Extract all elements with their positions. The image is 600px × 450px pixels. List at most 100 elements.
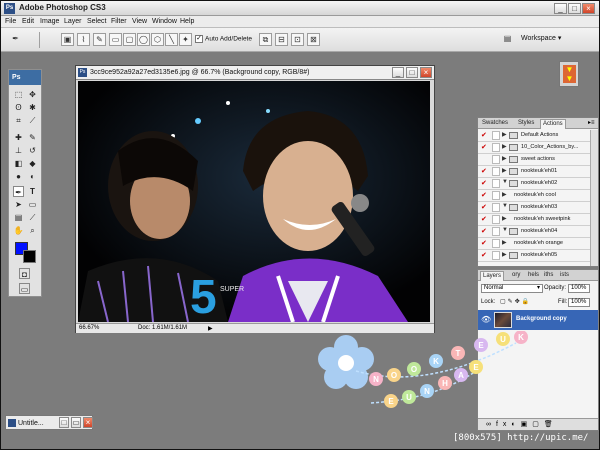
dialog-toggle[interactable] — [492, 155, 500, 164]
collapsed-palette[interactable]: ▼ ▼ — [559, 61, 579, 87]
document-minimize-button[interactable]: _ — [392, 67, 404, 78]
toggle-item-icon[interactable]: ✔ — [481, 215, 489, 224]
ellipse-icon[interactable]: ◯ — [137, 33, 150, 46]
blend-mode-select[interactable]: Normal ▾ — [481, 284, 543, 293]
action-row[interactable]: ✔ ▶ 10_Color_Actions_by... — [478, 142, 590, 154]
menu-select[interactable]: Select — [87, 18, 106, 25]
close-small-button[interactable]: × — [83, 417, 93, 428]
healing-brush-tool-icon[interactable]: ✚ — [13, 132, 24, 143]
zoom-level[interactable]: 66.67% — [79, 325, 99, 331]
eyedropper-tool-icon[interactable]: ⟋ — [27, 212, 38, 223]
action-row[interactable]: ▶ sweet actions — [478, 154, 590, 166]
toggle-item-icon[interactable]: ✔ — [481, 131, 489, 140]
paint-bucket-tool-icon[interactable]: ◆ — [27, 158, 38, 169]
toggle-item-icon[interactable]: ✔ — [481, 227, 489, 236]
pen-tool-preset-icon[interactable]: ✒ — [9, 33, 22, 46]
eye-icon[interactable]: 👁 — [481, 315, 491, 324]
menu-edit[interactable]: Edit — [22, 18, 34, 25]
chevron-right-icon[interactable]: ▶ — [502, 155, 507, 162]
menu-help[interactable]: Help — [180, 18, 194, 25]
toggle-item-icon[interactable]: ✔ — [481, 191, 489, 200]
dialog-toggle[interactable] — [492, 239, 500, 248]
restore-button[interactable]: □ — [59, 417, 69, 428]
type-tool-icon[interactable]: T — [27, 186, 38, 197]
tab-lists[interactable]: ists — [558, 271, 571, 281]
actions-scrollbar[interactable] — [590, 130, 598, 266]
quick-mask-icon[interactable]: ◘ — [19, 268, 30, 279]
toggle-item-icon[interactable]: ✔ — [481, 167, 489, 176]
background-color-swatch[interactable] — [23, 250, 36, 263]
panel-menu-icon[interactable]: ▸≡ — [588, 119, 595, 126]
custom-shape-icon[interactable]: ✦ — [179, 33, 192, 46]
document-title-bar[interactable]: Ps 3cc9ce952a92a27ed3135e6.jpg @ 66.7% (… — [76, 66, 434, 80]
eraser-tool-icon[interactable]: ◧ — [13, 158, 24, 169]
action-row[interactable]: ✔ ▼ nookteuk'eh02 — [478, 178, 590, 190]
action-row[interactable]: ✔ ▶ nookteuk'eh01 — [478, 166, 590, 178]
screen-mode-icon[interactable]: ▭ — [19, 283, 30, 294]
line-icon[interactable]: ╲ — [165, 33, 178, 46]
dialog-toggle[interactable] — [492, 251, 500, 260]
lasso-tool-icon[interactable]: ʘ — [13, 102, 24, 113]
intersect-icon[interactable]: ⊡ — [291, 33, 304, 46]
toggle-item-icon[interactable]: ✔ — [481, 203, 489, 212]
exclude-icon[interactable]: ⊠ — [307, 33, 320, 46]
toggle-item-icon[interactable]: ✔ — [481, 179, 489, 188]
toggle-item-icon[interactable]: ✔ — [481, 239, 489, 248]
magic-wand-tool-icon[interactable]: ✱ — [27, 102, 38, 113]
brush-tool-icon[interactable]: ✎ — [27, 132, 38, 143]
image-canvas[interactable]: 5 SUPER — [78, 81, 430, 322]
chevron-right-icon[interactable]: ▶ — [502, 143, 507, 150]
close-button[interactable]: × — [582, 3, 595, 14]
marquee-tool-icon[interactable]: ⬚ — [13, 89, 24, 100]
zoom-tool-icon[interactable]: ⌕ — [27, 225, 38, 236]
chevron-right-icon[interactable]: ▶ — [502, 239, 507, 246]
action-row[interactable]: ✔ ▶ nookteuk'eh05 — [478, 250, 590, 262]
workspace-button[interactable]: Workspace ▾ — [521, 34, 561, 42]
toggle-item-icon[interactable]: ✔ — [481, 251, 489, 260]
clone-stamp-tool-icon[interactable]: ⊥ — [13, 145, 24, 156]
chevron-right-icon[interactable]: ▶ — [502, 167, 507, 174]
chevron-right-icon[interactable]: ▶ — [502, 191, 507, 198]
maximize-small-button[interactable]: ▭ — [71, 417, 81, 428]
crop-tool-icon[interactable]: ⌗ — [13, 115, 24, 126]
menu-filter[interactable]: Filter — [111, 18, 127, 25]
blur-tool-icon[interactable]: ● — [13, 171, 24, 182]
tab-channels[interactable]: hels — [526, 271, 541, 281]
move-tool-icon[interactable]: ✥ — [27, 89, 38, 100]
chevron-down-icon[interactable]: ▼ — [502, 203, 508, 209]
chevron-right-icon[interactable]: ▶ — [502, 215, 507, 222]
path-selection-tool-icon[interactable]: ➤ — [13, 199, 24, 210]
minimize-button[interactable]: _ — [554, 3, 567, 14]
auto-add-delete-checkbox[interactable]: ✓ Auto Add/Delete — [195, 35, 252, 43]
chevron-right-icon[interactable]: ▶ — [502, 251, 507, 258]
action-row[interactable]: ✔ ▼ nookteuk'eh03 — [478, 202, 590, 214]
tab-swatches[interactable]: Swatches — [480, 119, 510, 129]
subtract-icon[interactable]: ⊟ — [275, 33, 288, 46]
history-brush-tool-icon[interactable]: ↺ — [27, 145, 38, 156]
dialog-toggle[interactable] — [492, 203, 500, 212]
document-close-button[interactable]: × — [420, 67, 432, 78]
menu-image[interactable]: Image — [40, 18, 59, 25]
action-row[interactable]: ✔ ▶ nookteuk'eh orange — [478, 238, 590, 250]
opacity-field[interactable]: 100% — [568, 284, 590, 293]
polygon-icon[interactable]: ⬡ — [151, 33, 164, 46]
action-row[interactable]: ✔ ▼ nookteuk'eh04 — [478, 226, 590, 238]
action-row[interactable]: ✔ ▶ Default Actions — [478, 130, 590, 142]
menu-file[interactable]: File — [5, 18, 16, 25]
tab-layers[interactable]: Layers — [480, 271, 505, 281]
chevron-down-icon[interactable]: ▼ — [502, 179, 508, 185]
dialog-toggle[interactable] — [492, 167, 500, 176]
paths-icon[interactable]: ⌇ — [77, 33, 90, 46]
palette-well-icon[interactable]: ▤ — [501, 33, 514, 46]
dialog-toggle[interactable] — [492, 143, 500, 152]
rectangle-icon[interactable]: ▭ — [109, 33, 122, 46]
dodge-tool-icon[interactable]: ◐ — [27, 171, 38, 182]
hand-tool-icon[interactable]: ✋ — [13, 225, 24, 236]
pen-icon[interactable]: ✎ — [93, 33, 106, 46]
toggle-item-icon[interactable]: ✔ — [481, 143, 489, 152]
dialog-toggle[interactable] — [492, 215, 500, 224]
combine-icon[interactable]: ⧉ — [259, 33, 272, 46]
dialog-toggle[interactable] — [492, 227, 500, 236]
tab-actions[interactable]: Actions — [540, 119, 566, 129]
status-menu-arrow-icon[interactable]: ▶ — [208, 325, 213, 332]
